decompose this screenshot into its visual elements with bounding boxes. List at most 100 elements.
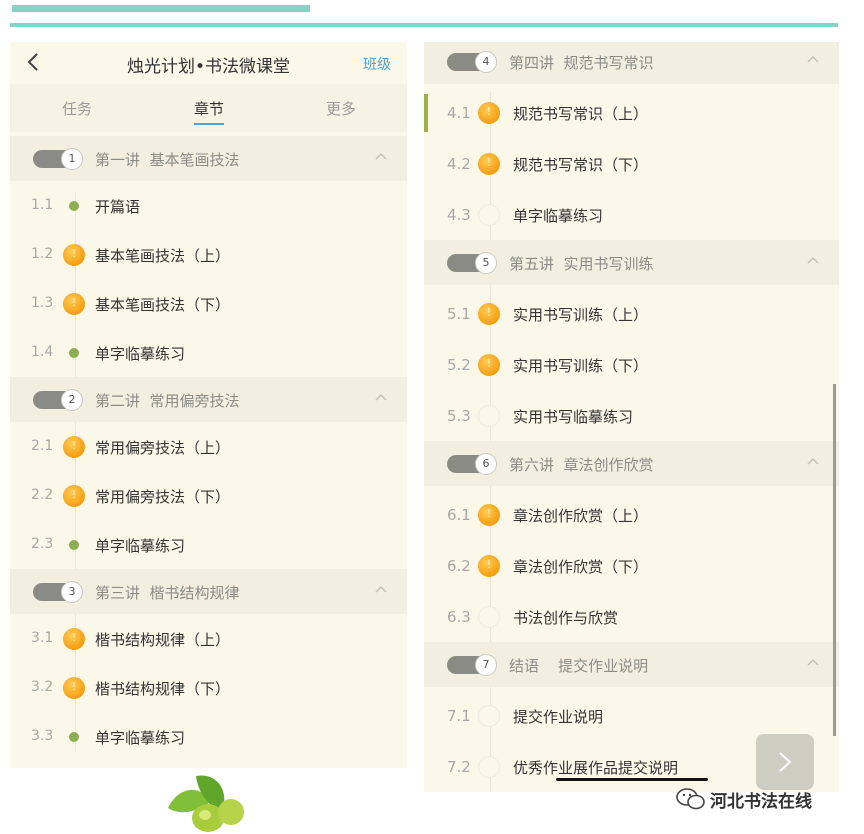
lesson-number: 1.1 (31, 197, 54, 213)
lesson-item[interactable]: 6.2 章法创作欣赏（下） (424, 540, 839, 589)
lesson-item[interactable]: 5.2 实用书写训练（下） (424, 339, 839, 388)
lesson-number: 2.3 (31, 536, 54, 552)
lesson-title: 实用书写训练（下） (513, 357, 649, 375)
chapter-toggle[interactable]: 2 (33, 389, 83, 411)
class-link[interactable]: 班级 (363, 54, 391, 74)
lesson-number: 6.2 (447, 557, 471, 575)
chapter-toggle[interactable]: 1 (33, 148, 83, 170)
coin-icon (63, 485, 85, 507)
coin-icon (478, 102, 500, 124)
chapter-title: 第三讲 楷书结构规律 (95, 584, 240, 602)
chapter-header[interactable]: 4 第四讲 规范书写常识 (424, 42, 839, 84)
chapter-toggle[interactable]: 7 (447, 654, 497, 676)
lesson-number: 5.2 (447, 356, 471, 374)
lesson-item[interactable]: 7.1 提交作业说明 (424, 690, 839, 739)
chapter-number: 6 (475, 453, 497, 475)
coin-icon (63, 677, 85, 699)
tab-more[interactable]: 更多 (326, 98, 356, 119)
lesson-title: 常用偏旁技法（下） (95, 488, 231, 506)
chapter-number: 1 (61, 148, 83, 170)
chapter-title: 第五讲 实用书写训练 (509, 255, 654, 273)
lesson-title: 章法创作欣赏（下） (513, 558, 649, 576)
watermark-text: 河北书法在线 (710, 792, 812, 812)
lesson-title: 书法创作与欣赏 (513, 609, 619, 627)
lesson-item[interactable]: 2.1 常用偏旁技法（上） (10, 422, 407, 471)
top-accent-bar (12, 5, 310, 12)
leaves-icon (168, 775, 244, 832)
lesson-number: 6.1 (447, 506, 471, 524)
watermark: 河北书法在线 (676, 786, 856, 812)
lesson-item[interactable]: 2.2 常用偏旁技法（下） (10, 471, 407, 520)
lesson-title: 实用书写临摹练习 (513, 408, 634, 426)
chapter-number: 7 (475, 654, 497, 676)
lesson-item[interactable]: 3.1 楷书结构规律（上） (10, 614, 407, 663)
next-button[interactable] (756, 734, 814, 790)
chevron-up-icon[interactable] (375, 393, 387, 401)
chapter-toggle[interactable]: 5 (447, 252, 497, 274)
chapter-number: 5 (475, 252, 497, 274)
active-tab-indicator (194, 123, 224, 125)
tab-tasks[interactable]: 任务 (62, 98, 92, 119)
chevron-up-icon[interactable] (807, 457, 819, 465)
lesson-number: 7.1 (447, 707, 471, 725)
scrollbar[interactable] (833, 384, 836, 736)
chevron-up-icon[interactable] (807, 256, 819, 264)
lesson-number: 7.2 (447, 758, 471, 776)
lesson-number: 4.3 (447, 206, 471, 224)
lesson-item[interactable]: 1.1 开篇语 (10, 181, 407, 230)
wechat-icon (676, 788, 705, 810)
status-empty-icon (478, 405, 500, 427)
lesson-item[interactable]: 5.3 实用书写临摹练习 (424, 390, 839, 439)
chapter-header[interactable]: 2 第二讲 常用偏旁技法 (10, 377, 407, 422)
chapter-header[interactable]: 3 第三讲 楷书结构规律 (10, 569, 407, 614)
lesson-title: 提交作业说明 (513, 708, 604, 726)
tab-chapters[interactable]: 章节 (194, 98, 224, 119)
lesson-item[interactable]: 1.2 基本笔画技法（上） (10, 230, 407, 279)
chapter-title: 第六讲 章法创作欣赏 (509, 456, 654, 474)
coin-icon (478, 303, 500, 325)
chapter-number: 4 (475, 51, 497, 73)
lesson-number: 5.1 (447, 305, 471, 323)
chapter-header[interactable]: 1 第一讲 基本笔画技法 (10, 136, 407, 181)
chevron-up-icon[interactable] (375, 585, 387, 593)
chevron-up-icon[interactable] (807, 55, 819, 63)
lesson-item[interactable]: 6.1 章法创作欣赏（上） (424, 489, 839, 538)
lesson-item[interactable]: 4.1 规范书写常识（上） (424, 87, 839, 136)
lesson-item[interactable]: 4.2 规范书写常识（下） (424, 138, 839, 187)
coin-icon (63, 244, 85, 266)
chapter-toggle[interactable]: 6 (447, 453, 497, 475)
lesson-item[interactable]: 3.2 楷书结构规律（下） (10, 663, 407, 712)
chapter-header[interactable]: 5 第五讲 实用书写训练 (424, 240, 839, 285)
lesson-item[interactable]: 1.3 基本笔画技法（下） (10, 279, 407, 328)
lesson-item[interactable]: 4.3 单字临摹练习 (424, 189, 839, 238)
coin-icon (63, 293, 85, 315)
dot-icon (63, 726, 85, 748)
chapter-header[interactable]: 7 结语 提交作业说明 (424, 642, 839, 687)
lesson-item[interactable]: 2.3 单字临摹练习 (10, 520, 407, 569)
lesson-number: 1.2 (31, 246, 54, 262)
lesson-number: 3.1 (31, 630, 54, 646)
chapter-toggle[interactable]: 4 (447, 51, 497, 73)
lesson-title: 基本笔画技法（下） (95, 296, 231, 314)
coin-icon (478, 354, 500, 376)
lesson-item[interactable]: 3.3 单字临摹练习 (10, 712, 407, 761)
top-divider-line (10, 23, 838, 27)
lesson-number: 4.1 (447, 104, 471, 122)
lesson-item[interactable]: 6.3 书法创作与欣赏 (424, 591, 839, 640)
chapter-toggle[interactable]: 3 (33, 581, 83, 603)
dot-icon (63, 195, 85, 217)
tab-bar: 任务 章节 更多 (10, 84, 407, 132)
lesson-title: 常用偏旁技法（上） (95, 439, 231, 457)
chevron-up-icon[interactable] (375, 152, 387, 160)
lesson-number: 2.2 (31, 487, 54, 503)
lesson-number: 1.3 (31, 295, 54, 311)
lesson-title: 规范书写常识（下） (513, 156, 649, 174)
right-screenshot-panel: 4 第四讲 规范书写常识 4.1 规范书写常识（上） 4.2 规范书写常识（下） 4.3 单字… (424, 42, 839, 792)
coin-icon (478, 504, 500, 526)
lesson-item[interactable]: 5.1 实用书写训练（上） (424, 288, 839, 337)
status-empty-icon (478, 756, 500, 778)
chapter-header[interactable]: 6 第六讲 章法创作欣赏 (424, 441, 839, 486)
lesson-item[interactable]: 1.4 单字临摹练习 (10, 328, 407, 377)
chevron-up-icon[interactable] (807, 658, 819, 666)
lesson-title: 楷书结构规律（下） (95, 680, 231, 698)
